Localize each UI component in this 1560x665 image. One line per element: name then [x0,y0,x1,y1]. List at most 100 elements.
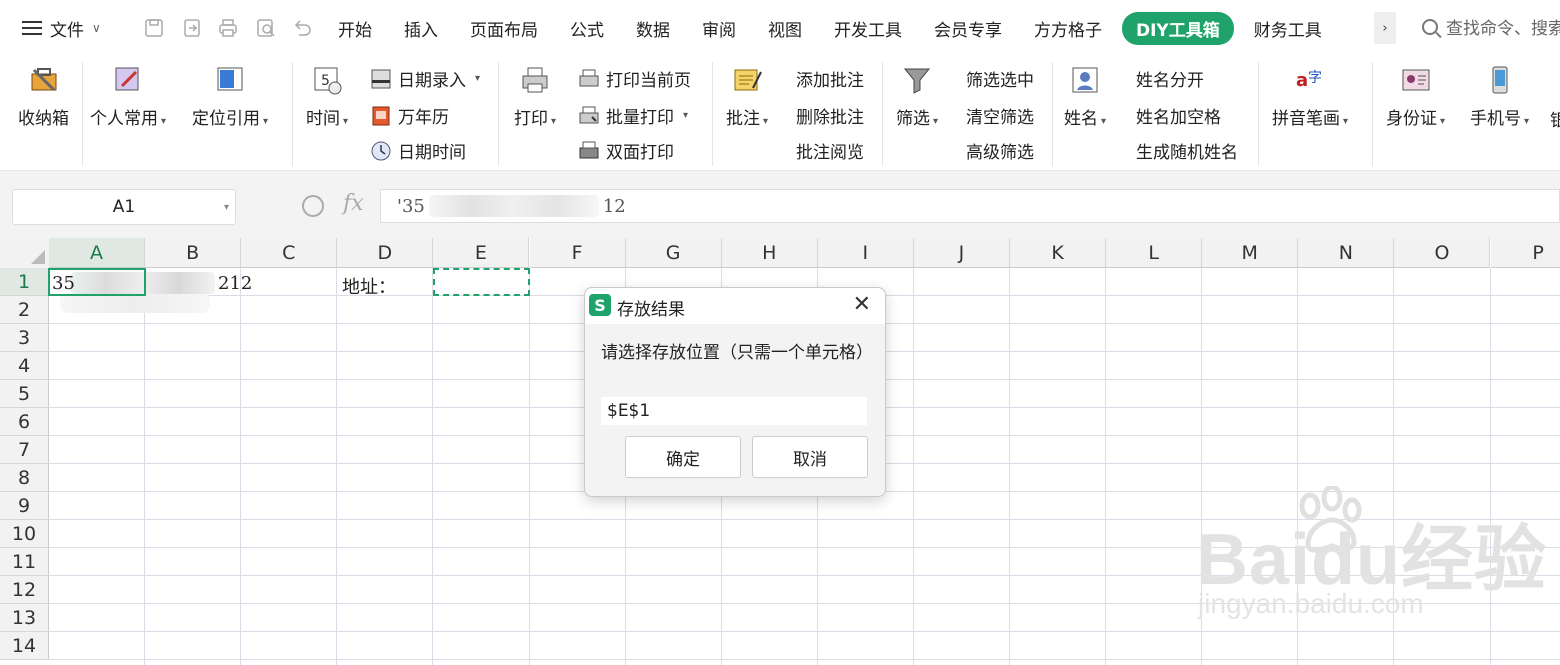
tab-finance[interactable]: 财务工具 [1238,12,1338,45]
tab-scroll-right-button[interactable]: › [1374,12,1396,44]
row-header[interactable]: 6 [0,408,49,436]
datetime-button[interactable]: 日期时间 [370,138,466,163]
tab-home[interactable]: 开始 [322,12,388,45]
column-header[interactable]: G [625,238,722,268]
save-icon[interactable] [140,14,168,42]
column-header[interactable]: C [241,238,338,268]
tab-formulas[interactable]: 公式 [554,12,620,45]
tab-diy-toolbox[interactable]: DIY工具箱 [1122,11,1234,45]
menu-bar: 文件 ∨ 开始 插入 页面布局 公式 数据 审阅 视图 开发工具 会员专享 方方… [0,0,1560,56]
print-current-button[interactable]: 打印当前页 [578,66,691,91]
personal-button[interactable]: 个人常用 ▾ [90,64,166,129]
select-all-corner[interactable] [0,238,50,269]
row-header[interactable]: 9 [0,492,49,520]
column-header[interactable]: E [433,238,530,268]
column-header[interactable]: D [337,238,434,268]
column-header[interactable]: P [1490,238,1560,268]
close-icon[interactable]: ✕ [853,292,871,317]
date-input-button[interactable]: 日期录入 ▾ [370,66,480,91]
split-name-button[interactable]: 姓名分开 [1136,66,1204,91]
row-header[interactable]: 12 [0,576,49,604]
column-header[interactable]: B [145,238,242,268]
locate-button[interactable]: 定位引用 ▾ [192,64,268,129]
active-cell-a1[interactable] [48,268,146,296]
phone-button[interactable]: 手机号 ▾ [1470,64,1529,129]
zoom-icon[interactable] [302,195,324,217]
row-header[interactable]: 8 [0,464,49,492]
formula-input[interactable]: '35 12 [380,189,1560,223]
print-label: 打印 [514,109,548,129]
name-button[interactable]: 姓名 ▾ [1064,64,1106,129]
advanced-filter-button[interactable]: 高级筛选 [966,138,1034,163]
dialog-titlebar[interactable]: S 存放结果 ✕ [585,288,885,324]
tab-view[interactable]: 视图 [752,12,818,45]
time-button[interactable]: 5 时间 ▾ [306,64,348,129]
print-page-icon [579,69,599,86]
column-header[interactable]: A [49,238,146,268]
location-input[interactable] [601,397,867,425]
column-header[interactable]: K [1010,238,1107,268]
file-menu[interactable]: 文件 ∨ [22,14,101,42]
row-header[interactable]: 1 [0,268,49,296]
view-comment-label: 批注阅览 [796,143,864,163]
batch-print-icon [579,106,599,123]
tab-developer[interactable]: 开发工具 [818,12,918,45]
filter-button[interactable]: 筛选 ▾ [896,64,938,129]
batch-print-button[interactable]: 批量打印 ▾ [578,103,688,128]
print-icon[interactable] [214,14,242,42]
print-button[interactable]: 打印 ▾ [514,64,556,129]
column-header[interactable]: J [913,238,1010,268]
view-comment-button[interactable]: 批注阅览 [796,138,864,163]
column-header[interactable]: I [817,238,914,268]
column-header[interactable]: H [721,238,818,268]
calendar-button[interactable]: 万年历 [370,103,449,128]
print-preview-icon[interactable] [252,14,280,42]
row-header[interactable]: 10 [0,520,49,548]
target-cell-e1[interactable] [433,268,530,296]
idcard-button[interactable]: 身份证 ▾ [1386,64,1445,129]
tab-member[interactable]: 会员专享 [918,12,1018,45]
column-header[interactable]: L [1106,238,1203,268]
command-search[interactable]: 查找命令、搜索 [1422,14,1560,39]
tab-fangfang[interactable]: 方方格子 [1018,12,1118,45]
personal-icon [115,67,139,91]
row-header[interactable]: 7 [0,436,49,464]
ribbon-cut-item[interactable]: 银 [1550,106,1560,131]
column-header[interactable]: M [1202,238,1299,268]
row-header[interactable]: 14 [0,632,49,660]
tab-data[interactable]: 数据 [620,12,686,45]
comment-button[interactable]: 批注 ▾ [726,64,768,129]
random-name-button[interactable]: 生成随机姓名 [1136,138,1238,163]
row-header[interactable]: 2 [0,296,49,324]
row-header[interactable]: 4 [0,352,49,380]
delete-comment-button[interactable]: 删除批注 [796,103,864,128]
row-header[interactable]: 5 [0,380,49,408]
wps-sheet-icon: S [589,294,611,316]
tab-review[interactable]: 审阅 [686,12,752,45]
column-header[interactable]: F [529,238,626,268]
clear-filter-button[interactable]: 清空筛选 [966,103,1034,128]
add-comment-button[interactable]: 添加批注 [796,66,864,91]
ok-button[interactable]: 确定 [625,436,741,478]
fx-icon[interactable]: fx [343,191,364,216]
grid-line [1105,268,1107,665]
name-space-button[interactable]: 姓名加空格 [1136,103,1221,128]
cell-d1[interactable]: 地址： [342,273,396,299]
row-header[interactable]: 11 [0,548,49,576]
tab-page-layout[interactable]: 页面布局 [454,12,554,45]
funnel-icon [903,68,931,94]
duplex-print-button[interactable]: 双面打印 [578,138,674,163]
column-header[interactable]: N [1298,238,1395,268]
pinyin-button[interactable]: a字 拼音笔画 ▾ [1272,64,1348,129]
caret-down-icon: ▾ [1440,116,1446,127]
export-icon[interactable] [178,14,206,42]
column-header[interactable]: O [1394,238,1491,268]
cancel-button[interactable]: 取消 [752,436,868,478]
name-box[interactable]: A1 ▾ [12,189,236,225]
row-header[interactable]: 3 [0,324,49,352]
row-header[interactable]: 13 [0,604,49,632]
tab-insert[interactable]: 插入 [388,12,454,45]
filter-selected-button[interactable]: 筛选选中 [966,66,1034,91]
undo-icon[interactable] [288,14,316,42]
shoubox-button[interactable]: 收纳箱 [18,64,69,129]
